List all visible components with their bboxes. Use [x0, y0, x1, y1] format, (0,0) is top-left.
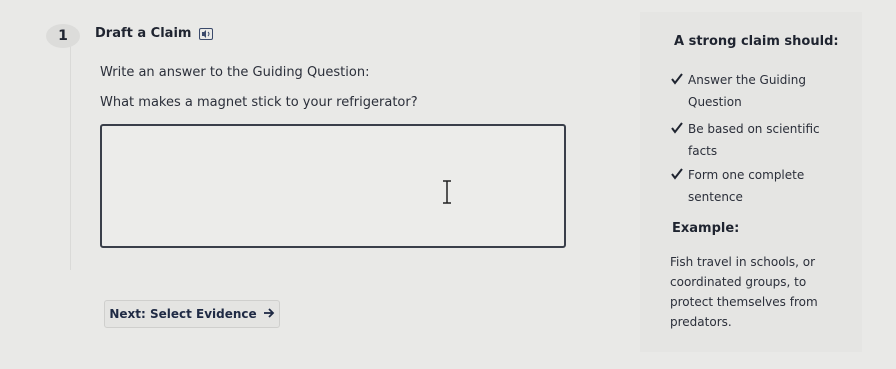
checkmark-icon: [670, 120, 684, 134]
checkmark-icon: [670, 71, 684, 85]
example-text: Fish travel in schools, or coordinated g…: [670, 252, 830, 332]
criteria-item-line: facts: [688, 144, 718, 158]
read-aloud-icon[interactable]: [199, 27, 214, 40]
example-line: Fish travel in schools, or: [670, 255, 816, 269]
criteria-item-line: Form one complete: [688, 168, 805, 182]
arrow-right-icon: [263, 307, 275, 322]
criteria-item-line: Be based on scientific: [688, 122, 820, 136]
instruction-text: Write an answer to the Guiding Question:: [100, 65, 370, 80]
criteria-heading: A strong claim should:: [674, 34, 839, 49]
claim-answer-field[interactable]: [100, 124, 566, 248]
criteria-item-line: sentence: [688, 190, 743, 204]
step-number-badge: 1: [46, 24, 80, 48]
text-cursor-icon: [442, 179, 452, 205]
criteria-item-line: Answer the Guiding: [688, 73, 806, 87]
divider: [70, 30, 71, 270]
step-title: Draft a Claim: [95, 26, 214, 41]
criteria-item-line: Question: [688, 95, 742, 109]
example-line: coordinated groups, to: [670, 275, 807, 289]
next-button-label: Next: Select Evidence: [109, 307, 257, 321]
next-select-evidence-button[interactable]: Next: Select Evidence: [104, 300, 280, 328]
step-title-text: Draft a Claim: [95, 26, 192, 41]
example-line: protect themselves from: [670, 295, 818, 309]
guiding-question: What makes a magnet stick to your refrig…: [100, 95, 418, 110]
step-number: 1: [58, 28, 68, 44]
checkmark-icon: [670, 166, 684, 180]
example-line: predators.: [670, 315, 732, 329]
example-heading: Example:: [672, 221, 740, 236]
